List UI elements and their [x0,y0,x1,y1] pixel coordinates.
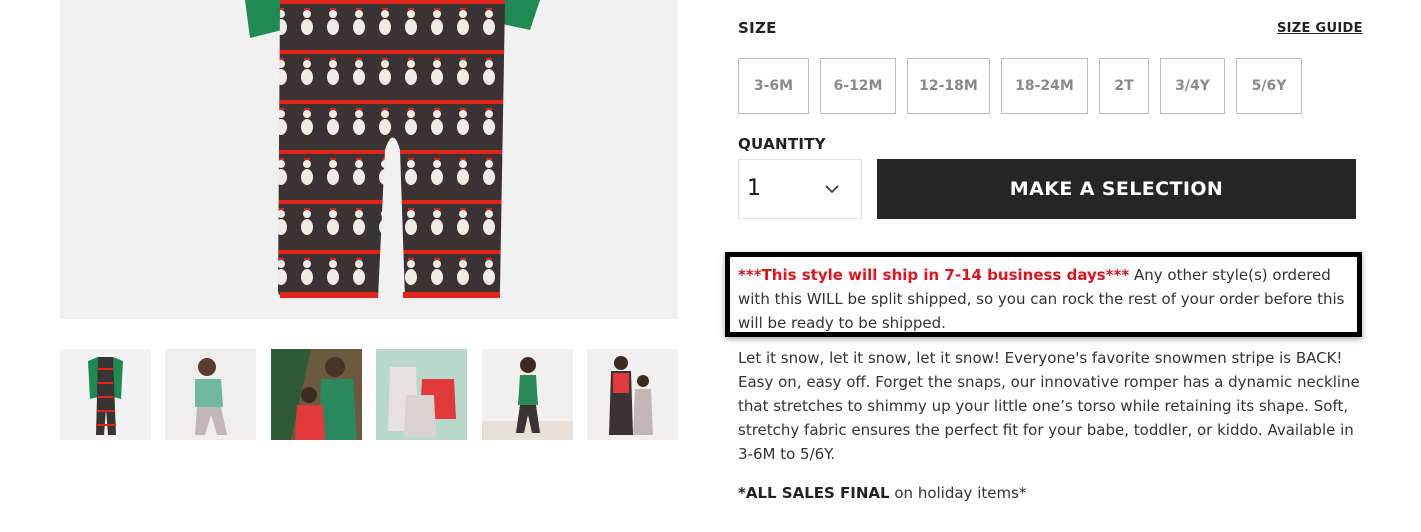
sales-final-bold: *ALL SALES FINAL [738,484,890,502]
size-option-12-18m[interactable]: 12-18M [907,58,990,114]
thumbnail-romper-flat[interactable] [60,349,151,440]
size-option-6-12m[interactable]: 6-12M [820,58,896,114]
quantity-label: QUANTITY [738,135,826,153]
romper-illustration [60,0,678,319]
thumbnail-strip [60,349,678,440]
thumbnail-matching-set[interactable] [376,349,467,440]
make-a-selection-button[interactable]: MAKE A SELECTION [877,159,1356,219]
thumbnail-mother-child-tree[interactable] [271,349,362,440]
size-option-3-6m[interactable]: 3-6M [738,58,809,114]
sales-final-text: on holiday items* [889,484,1027,502]
size-option-2t[interactable]: 2T [1099,58,1149,114]
thumbnail-child-jumping[interactable] [165,349,256,440]
size-option-5-6y[interactable]: 5/6Y [1236,58,1302,114]
quantity-value: 1 [747,176,761,201]
size-label: SIZE [738,19,777,37]
sales-final-note: *ALL SALES FINAL on holiday items* [738,483,1026,503]
shipping-notice: ***This style will ship in 7-14 business… [725,252,1362,337]
size-option-3-4y[interactable]: 3/4Y [1160,58,1225,114]
size-option-18-24m[interactable]: 18-24M [1001,58,1088,114]
product-main-image[interactable] [60,0,678,319]
shipping-notice-highlight: ***This style will ship in 7-14 business… [738,266,1130,284]
quantity-select[interactable]: 1 [738,159,862,219]
chevron-down-icon [825,185,839,194]
thumbnail-siblings[interactable] [587,349,678,440]
product-description: Let it snow, let it snow, let it snow! E… [738,349,1360,463]
size-guide-link[interactable]: SIZE GUIDE [1277,21,1363,36]
thumbnail-child-standing[interactable] [482,349,573,440]
